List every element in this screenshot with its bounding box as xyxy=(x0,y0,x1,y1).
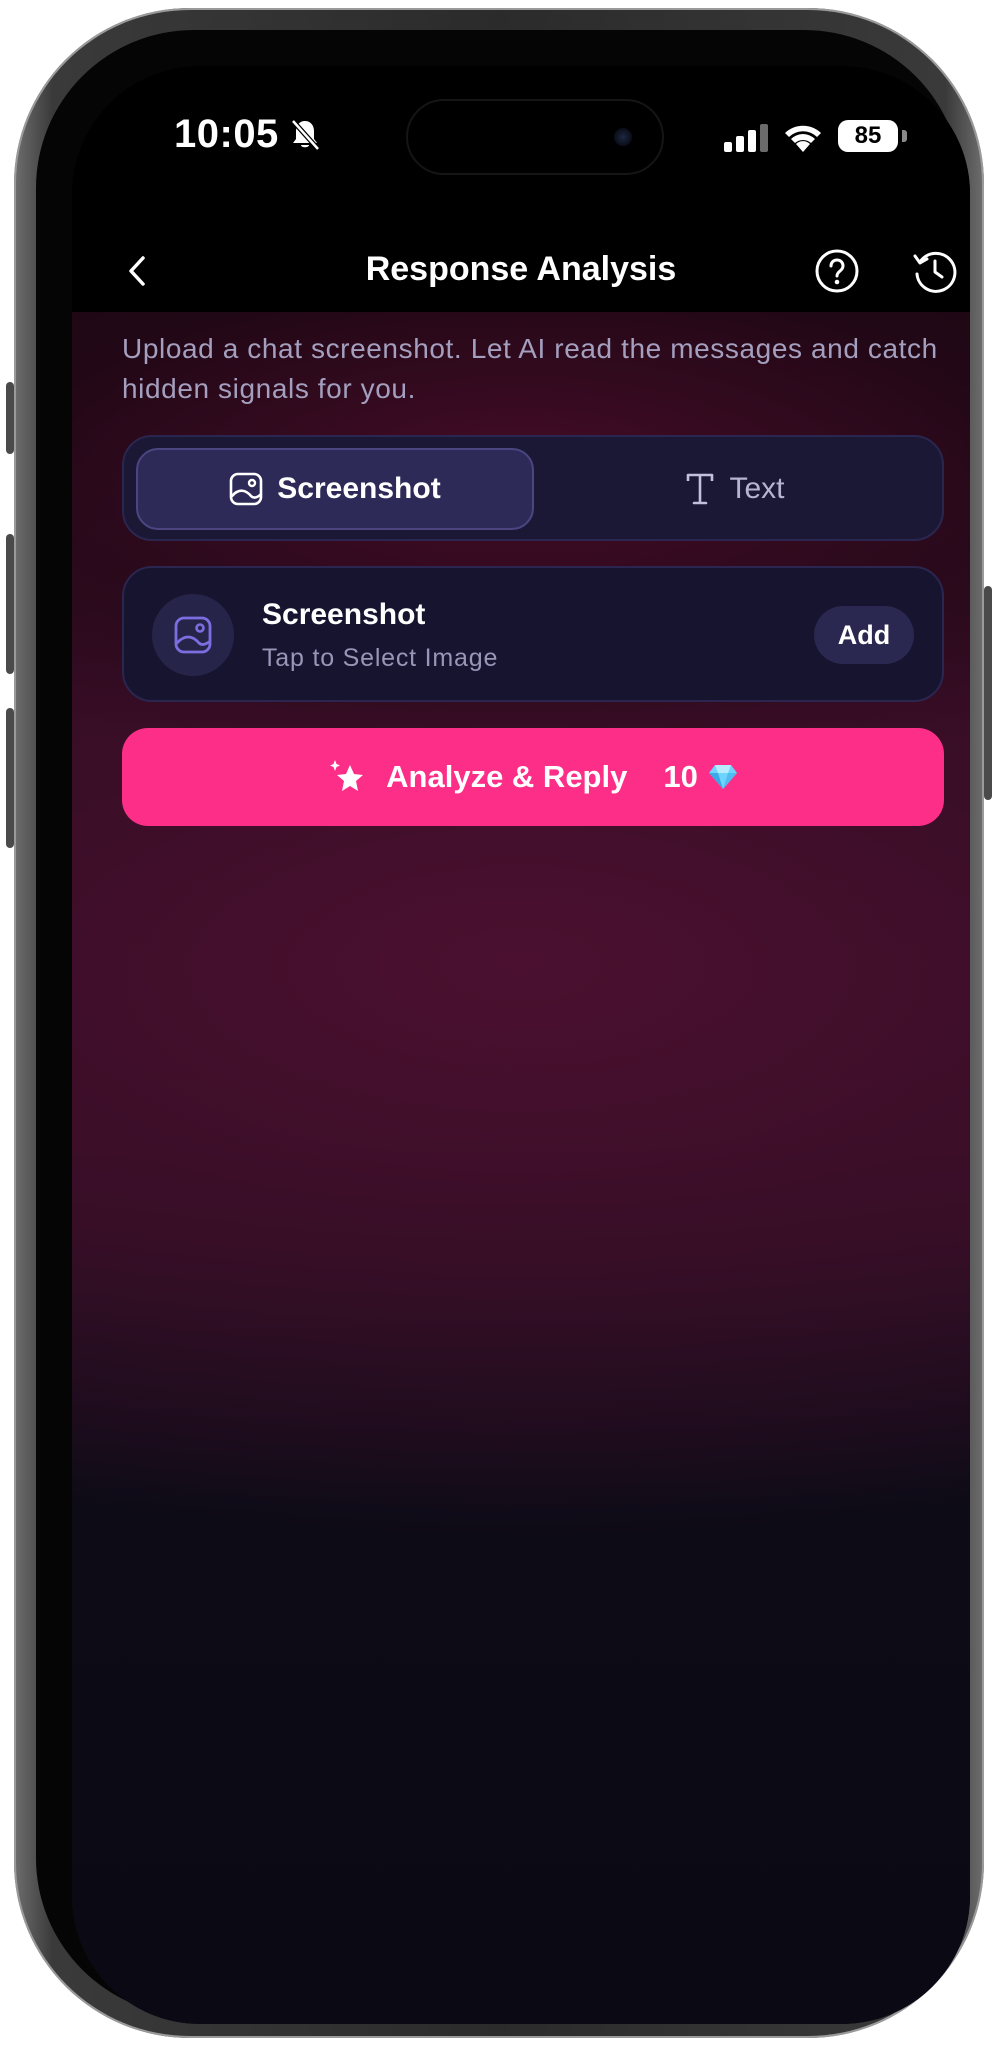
image-icon xyxy=(174,616,212,654)
gem-icon xyxy=(708,765,737,789)
help-circle-icon[interactable] xyxy=(814,248,860,294)
analyze-cost: 10 xyxy=(663,759,698,794)
battery-indicator: 85 xyxy=(838,120,898,152)
text-icon xyxy=(687,473,714,505)
action-button xyxy=(6,382,14,454)
upload-subtitle: Tap to Select Image xyxy=(262,644,499,672)
analyze-label: Analyze & Reply xyxy=(386,759,628,794)
phone-frame: 10:05 85 Response Analysis Upload a chat… xyxy=(6,8,992,2038)
signal-icon xyxy=(724,124,768,152)
screen: 10:05 85 Response Analysis Upload a chat… xyxy=(72,66,970,2024)
volume-up-button xyxy=(6,534,14,674)
power-button xyxy=(984,586,992,800)
history-icon[interactable] xyxy=(912,248,958,294)
mode-segmented-control: Screenshot Text xyxy=(122,435,944,541)
tab-screenshot[interactable]: Screenshot xyxy=(136,448,534,530)
wifi-icon xyxy=(785,125,821,152)
intro-text: Upload a chat screenshot. Let AI read th… xyxy=(122,333,938,404)
status-time: 10:05 xyxy=(174,112,279,156)
status-bar: 10:05 85 xyxy=(72,66,970,186)
analyze-reply-button[interactable]: Analyze & Reply 10 xyxy=(122,728,944,826)
nav-header: Response Analysis xyxy=(72,186,970,312)
upload-card[interactable]: Screenshot Tap to Select Image Add xyxy=(122,566,944,702)
volume-down-button xyxy=(6,708,14,848)
tab-text[interactable]: Text xyxy=(536,448,934,530)
tab-text-label: Text xyxy=(729,472,785,505)
battery-tip xyxy=(902,130,907,142)
image-icon xyxy=(229,472,263,506)
bell-slash-icon xyxy=(291,119,320,151)
camera-icon xyxy=(614,128,632,146)
phone-bezel: 10:05 85 Response Analysis Upload a chat… xyxy=(36,30,970,2024)
upload-thumbnail xyxy=(152,594,234,676)
add-image-button[interactable]: Add xyxy=(814,606,914,664)
sparkle-star-icon xyxy=(330,760,364,791)
tab-screenshot-label: Screenshot xyxy=(277,472,441,505)
dynamic-island xyxy=(406,99,664,175)
upload-title: Screenshot xyxy=(262,598,426,631)
